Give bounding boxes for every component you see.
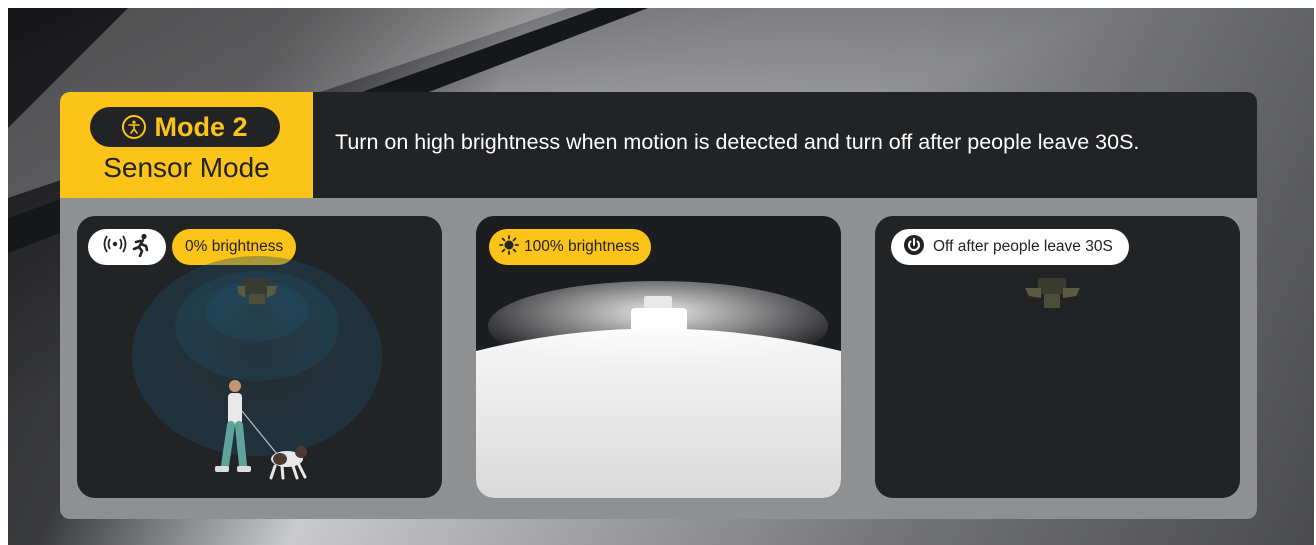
mode-pill: Mode 2 xyxy=(90,107,280,147)
brightness-label: 100% brightness xyxy=(524,238,640,255)
card-off-after-leave: Off after people leave 30S xyxy=(875,216,1240,498)
mode-panel: Mode 2 Sensor Mode Turn on high brightne… xyxy=(60,92,1257,519)
mode-title: Mode 2 xyxy=(154,111,248,142)
card-motion-detected: 0% brightness xyxy=(77,216,442,498)
brightness-badge-full: 100% brightness xyxy=(489,229,652,265)
panel-header: Mode 2 Sensor Mode Turn on high brightne… xyxy=(60,92,1257,198)
mode-description: Turn on high brightness when motion is d… xyxy=(335,130,1140,154)
lamp-off-illustration xyxy=(1025,278,1080,308)
person-icon xyxy=(122,115,147,139)
card-full-brightness: 100% brightness xyxy=(476,216,841,498)
mode-label-box: Mode 2 Sensor Mode xyxy=(60,92,313,198)
sun-icon xyxy=(499,234,519,260)
motion-illustration xyxy=(132,256,382,480)
mode-subtitle: Sensor Mode xyxy=(103,152,270,183)
background: Mode 2 Sensor Mode Turn on high brightne… xyxy=(8,8,1314,545)
